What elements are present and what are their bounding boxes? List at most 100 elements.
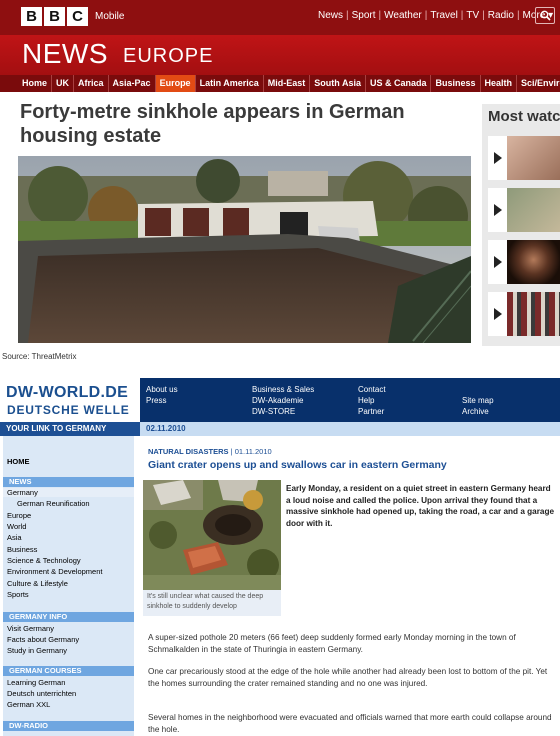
sidebar-item-german-xxl[interactable]: German XXL [7, 700, 50, 709]
dw-link-partner[interactable]: Partner [358, 407, 384, 416]
sidebar-item-world[interactable]: World [7, 522, 26, 531]
play-icon [488, 136, 507, 180]
dw-link-site-map[interactable]: Site map [462, 396, 494, 405]
section-nav-asia-pac[interactable]: Asia-Pac [109, 75, 156, 92]
article-kicker: NATURAL DISASTERS | 01.11.2010 [148, 447, 272, 456]
sidebar-item-europe[interactable]: Europe [7, 511, 31, 520]
bbc-logo-letter: B [44, 7, 65, 26]
search-button[interactable] [535, 7, 555, 24]
bbc-news-title[interactable]: NEWS [22, 38, 108, 70]
dw-sidebar: HOME NEWS Germany German Reunification E… [0, 436, 140, 736]
top-nav-news[interactable]: News [318, 10, 343, 21]
dw-link-about[interactable]: About us [146, 385, 178, 394]
article-lead: Early Monday, a resident on a quiet stre… [286, 484, 554, 528]
sidebar-item-culture-lifestyle[interactable]: Culture & Lifestyle [7, 579, 68, 588]
section-nav-home[interactable]: Home [18, 75, 53, 92]
sidebar-item-environment-development[interactable]: Environment & Development [7, 567, 102, 576]
sidebar-item-learning-german[interactable]: Learning German [7, 678, 65, 687]
video-item[interactable] [488, 188, 560, 232]
video-thumbnail [507, 240, 560, 284]
dw-article: NATURAL DISASTERS | 01.11.2010 Giant cra… [140, 436, 560, 736]
play-icon [488, 188, 507, 232]
play-icon [488, 240, 507, 284]
article-category[interactable]: NATURAL DISASTERS [148, 447, 229, 456]
video-item[interactable] [488, 240, 560, 284]
article-paragraph: A super-sized pothole 20 meters (66 feet… [148, 633, 516, 654]
section-nav-africa[interactable]: Africa [74, 75, 109, 92]
bbc-headline: Forty-metre sinkhole appears in German h… [20, 101, 405, 147]
divider: | [346, 10, 349, 21]
sidebar-item-asia[interactable]: Asia [7, 533, 22, 542]
section-nav-latin-america[interactable]: Latin America [196, 75, 264, 92]
top-nav-sport[interactable]: Sport [352, 10, 376, 21]
sidebar-item-business[interactable]: Business [7, 545, 37, 554]
sidebar-item-science-technology[interactable]: Science & Technology [7, 556, 81, 565]
sidebar-item-sports[interactable]: Sports [7, 590, 29, 599]
section-nav-mid-east[interactable]: Mid-East [264, 75, 311, 92]
section-nav-sci-environment[interactable]: Sci/Environment [517, 75, 560, 92]
sidebar-item-visit-germany[interactable]: Visit Germany [7, 624, 54, 633]
video-item[interactable] [488, 292, 560, 336]
bbc-section-nav: Home UK Africa Asia-Pac Europe Latin Ame… [0, 75, 560, 92]
sidebar-item-deutsch-unterrichten[interactable]: Deutsch unterrichten [7, 689, 76, 698]
dw-link-business-sales[interactable]: Business & Sales [252, 385, 314, 394]
sidebar-section-dw-radio[interactable]: DW-RADIO [3, 721, 134, 731]
search-icon [540, 10, 551, 21]
bbc-logo-letter: C [67, 7, 88, 26]
video-thumbnail [507, 188, 560, 232]
dw-link-archive[interactable]: Archive [462, 407, 489, 416]
article-paragraph: Several homes in the neighborhood were e… [148, 713, 552, 734]
dw-link-store[interactable]: DW-STORE [252, 407, 295, 416]
bbc-top-bar: B B C Mobile News | Sport | Weather | Trave… [0, 0, 560, 35]
section-nav-europe[interactable]: Europe [155, 75, 196, 92]
article-title: Giant crater opens up and swallows car i… [148, 459, 447, 471]
divider: | [424, 10, 428, 21]
top-nav-weather[interactable]: Weather [384, 10, 422, 21]
sidebar-section-germany-info: GERMANY INFO [3, 612, 134, 622]
video-item[interactable] [488, 136, 560, 180]
dw-tagline: YOUR LINK TO GERMANY [0, 422, 140, 436]
sidebar-item-germany[interactable]: Germany [3, 488, 134, 497]
bbc-logo-letter: B [21, 7, 42, 26]
photo-caption: It's still unclear what caused the deep … [143, 590, 281, 616]
divider: | [482, 10, 485, 21]
crater-aerial-photo [143, 480, 281, 590]
dw-link-help[interactable]: Help [358, 396, 374, 405]
sidebar-home[interactable]: HOME [7, 457, 30, 466]
bbc-logo[interactable]: B B C [21, 7, 88, 26]
sidebar-item-study-germany[interactable]: Study in Germany [7, 646, 67, 655]
source-credit: Source: ThreatMetrix [2, 352, 77, 361]
top-nav-tv[interactable]: TV [466, 10, 479, 21]
dw-link-press[interactable]: Press [146, 396, 166, 405]
most-watched-title: Most watc [488, 108, 560, 125]
divider: | [460, 10, 464, 21]
section-nav-us-canada[interactable]: US & Canada [366, 75, 432, 92]
dw-link-contact[interactable]: Contact [358, 385, 386, 394]
bbc-top-nav: News | Sport | Weather | Travel | TV | Radio |… [318, 10, 553, 21]
section-nav-south-asia[interactable]: South Asia [310, 75, 366, 92]
divider: | [516, 10, 520, 21]
sidebar-item-facts-germany[interactable]: Facts about Germany [7, 635, 79, 644]
crater-aerial-photo-image [143, 480, 281, 590]
divider: | [378, 10, 382, 21]
bbc-section-title: EUROPE [123, 45, 214, 67]
top-nav-travel[interactable]: Travel [430, 10, 457, 21]
sinkhole-photo [18, 156, 471, 343]
dw-logo-primary[interactable]: DW-WORLD.DE [6, 384, 128, 402]
section-nav-business[interactable]: Business [431, 75, 481, 92]
dw-link-akademie[interactable]: DW-Akademie [252, 396, 303, 405]
article-paragraph: One car precariously stood at the edge o… [148, 667, 548, 688]
play-icon [488, 292, 507, 336]
section-nav-health[interactable]: Health [481, 75, 518, 92]
most-watched-panel: Most watc [482, 104, 560, 346]
bbc-mobile-label: Mobile [95, 11, 125, 22]
section-nav-uk[interactable]: UK [52, 75, 75, 92]
dw-date-bar: 02.11.2010 [140, 422, 560, 436]
bbc-news-banner: NEWS EUROPE [0, 35, 560, 75]
article-date: 01.11.2010 [234, 447, 272, 456]
sidebar-section-news: NEWS [3, 477, 134, 487]
screenshot-root: B B C Mobile News | Sport | Weather | Trave… [0, 0, 560, 736]
sidebar-item-german-reunification[interactable]: German Reunification [17, 499, 90, 508]
dw-logo-secondary[interactable]: DEUTSCHE WELLE [7, 403, 130, 417]
top-nav-radio[interactable]: Radio [488, 10, 514, 21]
